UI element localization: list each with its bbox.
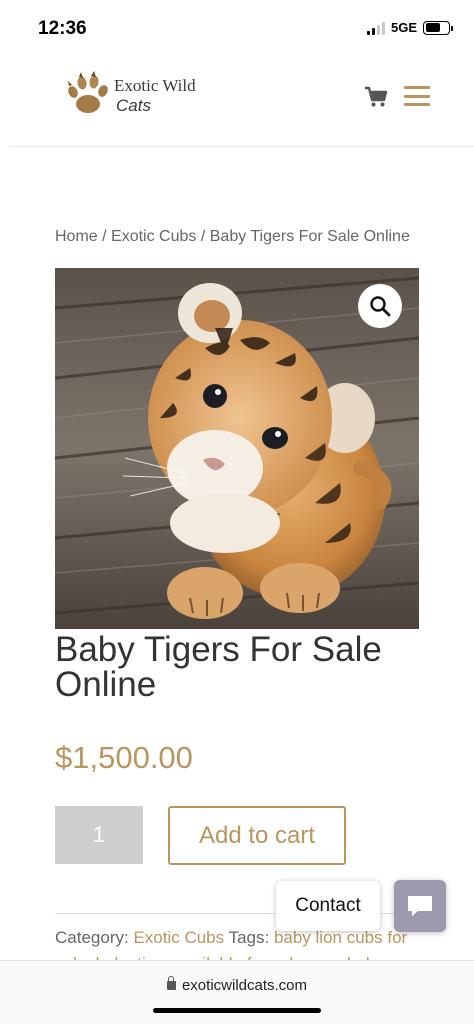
product-price: $1,500.00 [55,740,193,775]
status-time: 12:36 [38,18,87,39]
signal-icon [366,21,385,35]
url-display[interactable]: exoticwildcats.com [0,976,474,994]
browser-url-bar[interactable]: exoticwildcats.com [0,960,474,1024]
cart-icon[interactable] [364,86,388,108]
add-to-cart-button[interactable]: Add to cart [168,806,346,865]
contact-label[interactable]: Contact [276,881,380,931]
breadcrumb-exotic-cubs[interactable]: Exotic Cubs [111,228,196,245]
logo-text-line2: Cats [116,95,151,115]
home-indicator [153,1008,321,1013]
site-logo[interactable]: Exotic Wild Cats [64,70,196,120]
site-header: Exotic Wild Cats [0,58,474,146]
breadcrumb-separator: / [196,228,210,245]
hamburger-menu-icon[interactable] [404,86,430,106]
paw-icon [68,71,108,113]
status-icons: 5GE [366,20,453,35]
status-bar: 12:36 5GE [0,0,474,58]
network-type: 5GE [390,20,417,35]
logo-text-line1: Exotic Wild [114,75,196,95]
lock-icon [166,976,176,990]
category-link[interactable]: Exotic Cubs [133,928,224,947]
category-label: Category: [55,928,129,947]
chat-bubble-icon [408,896,432,916]
battery-icon [423,20,453,35]
header-divider [10,146,474,147]
quantity-input[interactable] [55,806,143,864]
tags-label: Tags: [228,928,270,947]
url-text: exoticwildcats.com [181,977,308,994]
breadcrumb-separator: / [97,228,112,245]
zoom-button[interactable] [358,284,402,328]
breadcrumb: Home / Exotic Cubs / Baby Tigers For Sal… [55,228,410,246]
product-title: Baby Tigers For Sale Online [55,630,382,704]
breadcrumb-home[interactable]: Home [55,228,98,245]
breadcrumb-current: Baby Tigers For Sale Online [209,228,410,245]
chat-button[interactable] [394,880,446,932]
magnifier-icon [370,296,391,317]
